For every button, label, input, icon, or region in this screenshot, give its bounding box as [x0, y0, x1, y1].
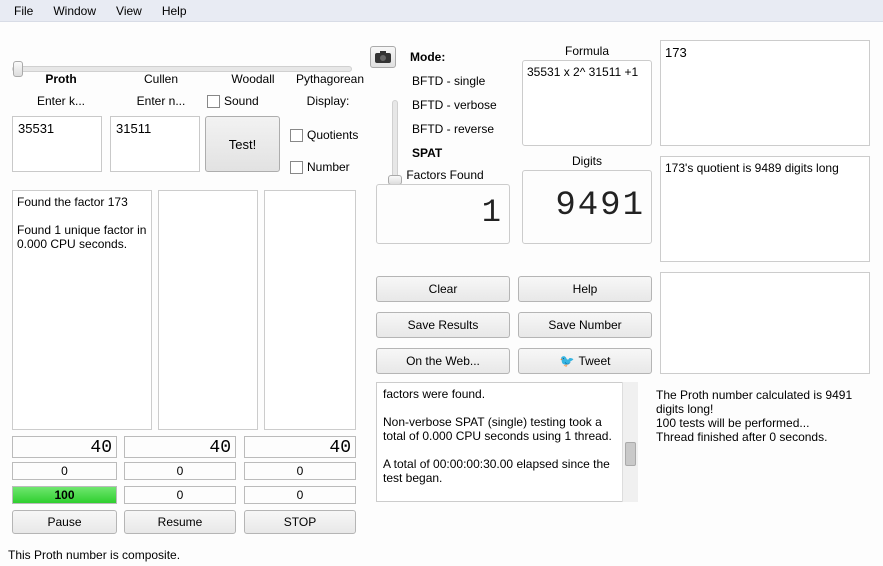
label-display: Display:: [298, 94, 358, 108]
quotient-box: 173's quotient is 9489 digits long: [660, 156, 870, 262]
mode-verbose[interactable]: BFTD - verbose: [412, 98, 497, 112]
on-web-button[interactable]: On the Web...: [376, 348, 510, 374]
center-log[interactable]: factors were found. Non-verbose SPAT (si…: [376, 382, 638, 502]
label-enter-n: Enter n...: [122, 94, 200, 108]
checkbox-sound[interactable]: Sound: [207, 94, 259, 108]
input-k[interactable]: 35531: [12, 116, 102, 172]
log-panel-b: [158, 190, 258, 430]
checkbox-quotients[interactable]: Quotients: [290, 128, 358, 142]
label-digits: Digits: [522, 154, 652, 168]
label-mode: Mode:: [410, 50, 470, 64]
progress-b: 0: [124, 486, 236, 504]
right-empty-box: [660, 272, 870, 374]
save-number-button[interactable]: Save Number: [518, 312, 652, 338]
help-button[interactable]: Help: [518, 276, 652, 302]
seg-c: 40: [244, 436, 356, 458]
twitter-icon: 🐦: [560, 354, 575, 368]
meter-b: 0: [124, 462, 236, 480]
pause-button[interactable]: Pause: [12, 510, 117, 534]
formula-box: 35531 x 2^ 31511 +1: [522, 60, 652, 146]
menubar: File Window View Help: [0, 0, 883, 22]
stop-button[interactable]: STOP: [244, 510, 356, 534]
checkbox-number[interactable]: Number: [290, 160, 350, 174]
menu-view[interactable]: View: [106, 2, 152, 20]
save-results-button[interactable]: Save Results: [376, 312, 510, 338]
tweet-button[interactable]: 🐦 Tweet: [518, 348, 652, 374]
header-woodall: Woodall: [214, 72, 292, 86]
label-formula: Formula: [522, 44, 652, 58]
resume-button[interactable]: Resume: [124, 510, 236, 534]
factor-value-box: 173: [660, 40, 870, 146]
progress-c: 0: [244, 486, 356, 504]
clear-button[interactable]: Clear: [376, 276, 510, 302]
input-n[interactable]: 31511: [110, 116, 200, 172]
right-log: The Proth number calculated is 9491 digi…: [650, 384, 875, 502]
seg-b: 40: [124, 436, 236, 458]
log-panel-c: [264, 190, 356, 430]
mode-single[interactable]: BFTD - single: [412, 74, 485, 88]
test-button[interactable]: Test!: [205, 116, 280, 172]
header-proth: Proth: [22, 72, 100, 86]
meter-c: 0: [244, 462, 356, 480]
label-enter-k: Enter k...: [22, 94, 100, 108]
factors-display: 1: [377, 185, 509, 241]
mode-spat[interactable]: SPAT: [412, 146, 442, 160]
digits-display: 9491: [523, 171, 651, 241]
menu-help[interactable]: Help: [152, 2, 197, 20]
menu-file[interactable]: File: [4, 2, 43, 20]
center-log-scrollbar[interactable]: [622, 382, 638, 502]
header-cullen: Cullen: [122, 72, 200, 86]
label-factors-found: Factors Found: [380, 168, 510, 182]
seg-a: 40: [12, 436, 117, 458]
status-bar: This Proth number is composite.: [0, 546, 883, 566]
mode-reverse[interactable]: BFTD - reverse: [412, 122, 494, 136]
camera-icon[interactable]: [370, 46, 396, 68]
meter-a: 0: [12, 462, 117, 480]
log-found-factors: Found the factor 173 Found 1 unique fact…: [12, 190, 152, 430]
header-pythagorean: Pythagorean: [290, 72, 370, 86]
menu-window[interactable]: Window: [43, 2, 106, 20]
progress-a: 100: [12, 486, 117, 504]
